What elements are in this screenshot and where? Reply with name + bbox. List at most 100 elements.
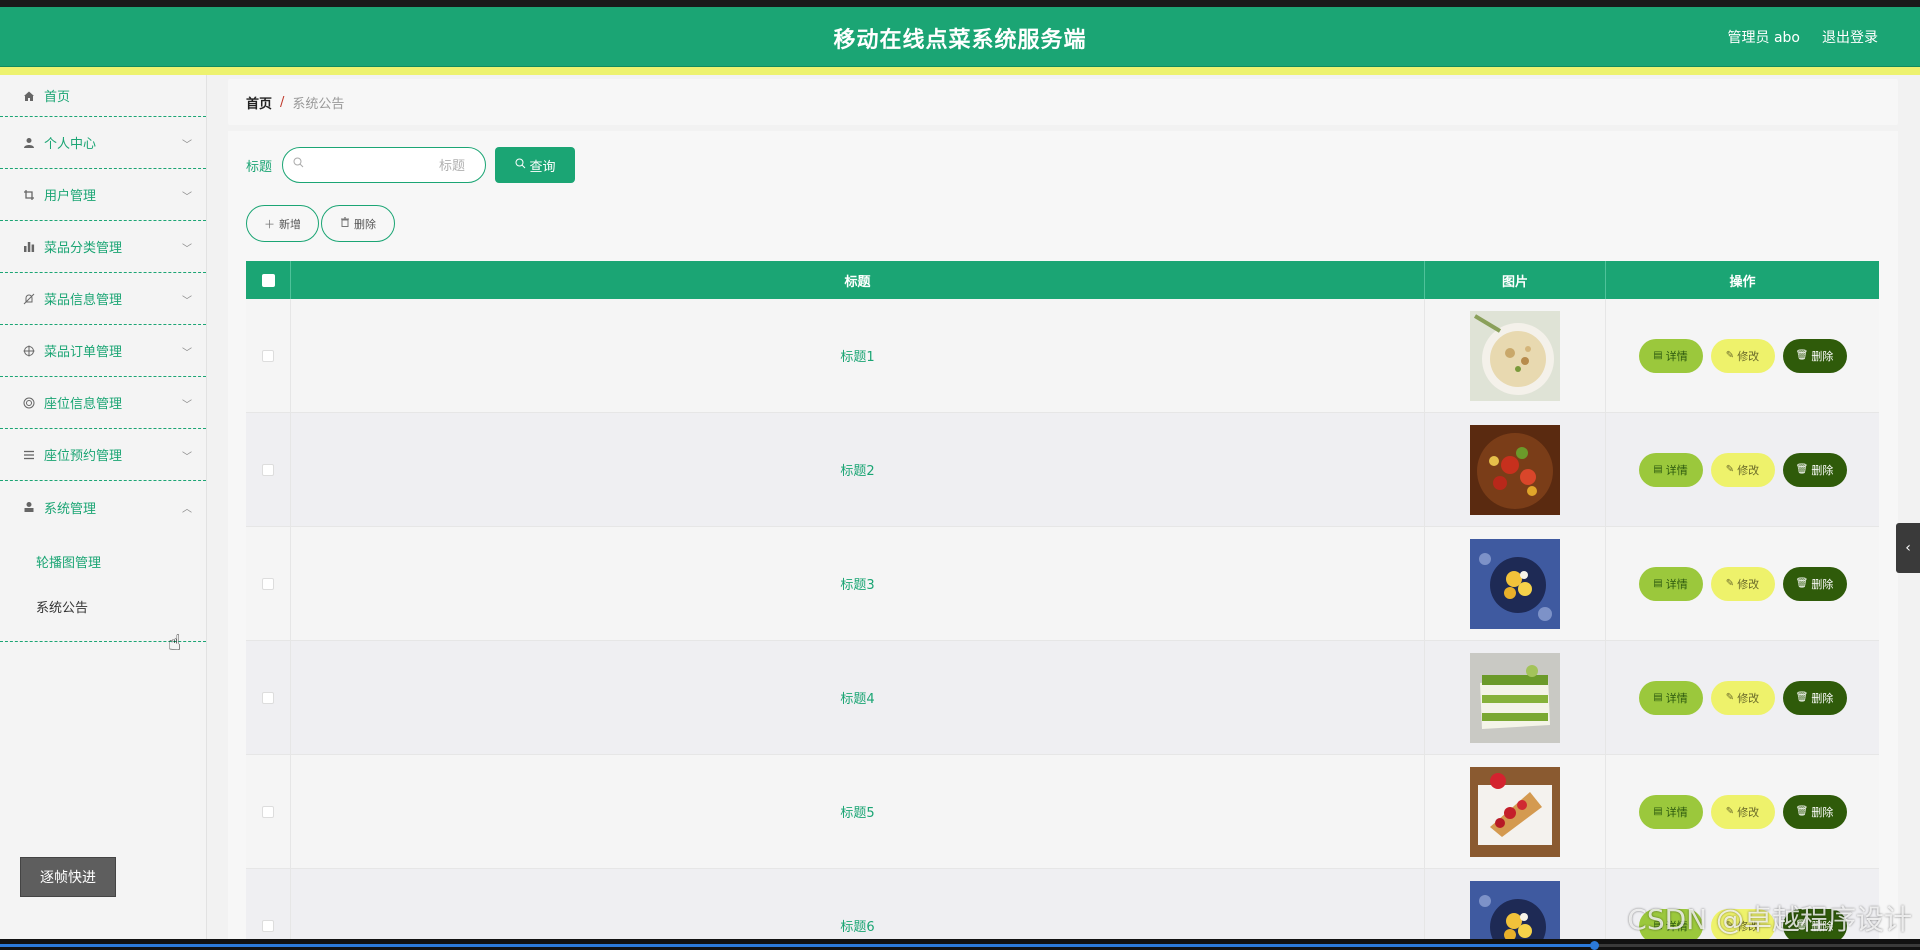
- pencil-icon: ✎: [1725, 464, 1735, 475]
- sidebar-item-label: 个人中心: [44, 137, 97, 152]
- delete-label: 删除: [1811, 691, 1834, 705]
- video-progress-fill: [0, 944, 1594, 947]
- current-user: 管理员 abo: [1727, 30, 1800, 46]
- row-checkbox-cell: [246, 869, 291, 939]
- search-icon: [293, 157, 304, 172]
- detail-button[interactable]: ▤ 详情: [1638, 566, 1703, 601]
- row-image-cell: [1425, 527, 1606, 640]
- query-button[interactable]: 查询: [495, 147, 576, 183]
- sidebar-item-profile[interactable]: 个人中心 ﹀: [0, 117, 206, 169]
- edit-button[interactable]: ✎ 修改: [1710, 566, 1775, 601]
- document-icon: ▤: [1653, 578, 1663, 589]
- trash-icon: 🗑: [1795, 350, 1809, 361]
- row-checkbox[interactable]: [262, 691, 274, 704]
- search-bar: 标题 查询: [246, 147, 576, 183]
- food-thumbnail[interactable]: [1470, 310, 1560, 401]
- sidebar-item-label: 菜品分类管理: [44, 241, 123, 256]
- breadcrumb-current: 系统公告: [292, 96, 345, 112]
- sidebar-item-label: 菜品订单管理: [44, 345, 123, 360]
- edit-label: 修改: [1737, 463, 1760, 477]
- delete-label: 删除: [1811, 805, 1834, 819]
- row-checkbox[interactable]: [262, 463, 274, 476]
- sidebar-item-dish-category[interactable]: 菜品分类管理 ﹀: [0, 221, 206, 273]
- header-checkbox-cell: [246, 261, 291, 299]
- food-thumbnail[interactable]: [1470, 424, 1560, 515]
- home-icon: [22, 89, 36, 103]
- table-row: 标题1 ▤ 详情 ✎ 修改 🗑 删除: [246, 299, 1879, 413]
- row-actions-cell: ▤ 详情 ✎ 修改 🗑 删除: [1606, 527, 1879, 640]
- food-thumbnail[interactable]: [1470, 538, 1560, 629]
- crop-icon: [22, 188, 36, 202]
- video-progress-knob[interactable]: [1589, 941, 1599, 950]
- row-image-cell: [1425, 755, 1606, 868]
- row-checkbox[interactable]: [262, 349, 274, 362]
- row-title: 标题2: [840, 464, 875, 479]
- delete-label: 删除: [1811, 349, 1834, 363]
- food-thumbnail[interactable]: [1470, 652, 1560, 743]
- detail-label: 详情: [1665, 349, 1688, 363]
- delete-button[interactable]: 🗑 删除: [1782, 338, 1847, 373]
- sidebar-subitem-carousel[interactable]: 轮播图管理: [0, 541, 206, 586]
- edit-button[interactable]: ✎ 修改: [1710, 680, 1775, 715]
- sidebar-item-seat-info[interactable]: 座位信息管理 ﹀: [0, 377, 206, 429]
- chevron-down-icon: ﹀: [182, 400, 192, 411]
- window-top-edge: [0, 0, 1920, 7]
- add-button[interactable]: ＋ 新增: [246, 205, 319, 242]
- sidebar-item-seat-booking[interactable]: 座位预约管理 ﹀: [0, 429, 206, 481]
- video-progress-bar[interactable]: [0, 941, 1920, 950]
- delete-button[interactable]: 🗑 删除: [1782, 566, 1847, 601]
- sidebar-item-system[interactable]: 系统管理 ︿: [0, 481, 206, 533]
- action-buttons: ＋ 新增 删除: [246, 205, 395, 242]
- edit-button[interactable]: ✎ 修改: [1710, 338, 1775, 373]
- person-icon: [22, 500, 36, 514]
- edit-label: 修改: [1737, 349, 1760, 363]
- row-title-cell: 标题2: [291, 413, 1425, 526]
- trash-icon: 🗑: [1795, 464, 1809, 475]
- sidebar-subitem-announcement[interactable]: 系统公告: [0, 586, 206, 631]
- chevron-down-icon: ﹀: [182, 348, 192, 359]
- document-icon: ▤: [1653, 464, 1663, 475]
- table-body: 标题1 ▤ 详情 ✎ 修改 🗑 删除 标题2 ▤ 详情 ✎ 修改 🗑 删除 标题3 ▤ 详情 ✎ 修改 🗑 删除 标题4 ▤…: [246, 299, 1879, 939]
- row-checkbox-cell: [246, 413, 291, 526]
- sidebar-item-home[interactable]: 首页: [0, 75, 206, 117]
- row-title-cell: 标题6: [291, 869, 1425, 939]
- logout-link[interactable]: 退出登录: [1822, 27, 1878, 47]
- app-title: 移动在线点菜系统服务端: [833, 28, 1087, 53]
- chevron-down-icon: ﹀: [182, 244, 192, 255]
- sidebar-item-dish-order[interactable]: 菜品订单管理 ﹀: [0, 325, 206, 377]
- detail-button[interactable]: ▤ 详情: [1638, 452, 1703, 487]
- sidebar-item-dish-info[interactable]: 菜品信息管理 ﹀: [0, 273, 206, 325]
- bulk-delete-label: 删除: [354, 217, 376, 231]
- frame-advance-button[interactable]: 逐帧快进: [20, 857, 116, 897]
- bulk-delete-button[interactable]: 删除: [321, 205, 395, 242]
- breadcrumb-home[interactable]: 首页: [246, 93, 272, 112]
- user-icon: [22, 136, 36, 150]
- search-field: [282, 147, 487, 183]
- collapse-panel-button[interactable]: ‹: [1896, 523, 1920, 573]
- sidebar-item-users[interactable]: 用户管理 ﹀: [0, 169, 206, 221]
- list-icon: [22, 448, 36, 462]
- delete-button[interactable]: 🗑 删除: [1782, 452, 1847, 487]
- header-image: 图片: [1425, 261, 1606, 299]
- edit-button[interactable]: ✎ 修改: [1710, 794, 1775, 829]
- detail-button[interactable]: ▤ 详情: [1638, 338, 1703, 373]
- row-title-cell: 标题5: [291, 755, 1425, 868]
- food-thumbnail[interactable]: [1470, 880, 1560, 939]
- search-input[interactable]: [313, 148, 474, 182]
- circle-icon: [22, 396, 36, 410]
- breadcrumb-separator: /: [280, 94, 285, 110]
- bar-chart-icon: [22, 240, 36, 254]
- detail-button[interactable]: ▤ 详情: [1638, 794, 1703, 829]
- row-checkbox[interactable]: [262, 577, 274, 590]
- detail-button[interactable]: ▤ 详情: [1638, 680, 1703, 715]
- table-header: 标题 图片 操作: [246, 261, 1879, 299]
- row-checkbox[interactable]: [262, 805, 274, 818]
- row-checkbox[interactable]: [262, 919, 274, 932]
- delete-button[interactable]: 🗑 删除: [1782, 680, 1847, 715]
- row-title: 标题4: [840, 692, 875, 707]
- edit-button[interactable]: ✎ 修改: [1710, 452, 1775, 487]
- food-thumbnail[interactable]: [1470, 766, 1560, 857]
- select-all-checkbox[interactable]: [261, 273, 275, 287]
- delete-button[interactable]: 🗑 删除: [1782, 794, 1847, 829]
- app-body: 首页 个人中心 ﹀ 用户管理 ﹀ 菜品分类管理 ﹀ 菜品信息管理 ﹀ 菜品订单管…: [0, 75, 1920, 939]
